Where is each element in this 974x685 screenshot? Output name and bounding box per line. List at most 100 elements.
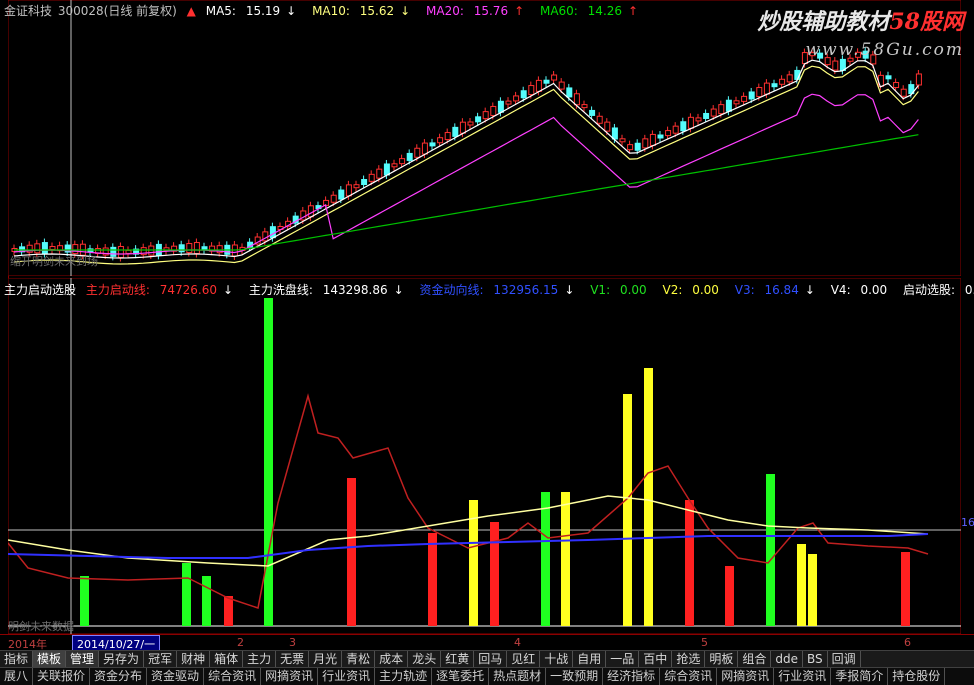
candle-body xyxy=(771,83,778,88)
function-item[interactable]: 综合资讯 xyxy=(660,668,718,685)
function-item[interactable]: 网摘资讯 xyxy=(717,668,775,685)
function-item[interactable]: 关联报价 xyxy=(33,668,91,685)
function-item[interactable]: 持仓股份 xyxy=(888,668,946,685)
candle-body xyxy=(459,121,466,134)
indicator-name: 主力启动选股 xyxy=(4,283,77,297)
date-month-label: 5 xyxy=(701,636,708,649)
candle-body xyxy=(756,87,763,98)
function-item[interactable]: 一致预期 xyxy=(546,668,604,685)
date-month-label: 2 xyxy=(237,636,244,649)
candle-body xyxy=(520,90,527,99)
tab-item[interactable]: 模板 xyxy=(33,651,67,668)
candle-body xyxy=(383,163,390,176)
candle-body xyxy=(429,142,436,147)
signal-bar xyxy=(685,500,694,626)
function-item[interactable]: 资金分布 xyxy=(90,668,148,685)
signal-bar xyxy=(797,544,806,626)
indicator-chart[interactable] xyxy=(8,278,961,634)
indicator-panel[interactable] xyxy=(8,278,961,634)
candle-body xyxy=(687,116,694,129)
tab-item[interactable]: 回调 xyxy=(828,651,861,668)
candle-body xyxy=(566,87,573,98)
ma60-label: MA60: xyxy=(539,4,578,18)
tab-item[interactable]: 箱体 xyxy=(210,651,244,668)
candle-body xyxy=(452,126,459,137)
candle-body xyxy=(551,74,558,81)
candle-body xyxy=(649,133,656,146)
tab-item[interactable]: 红黄 xyxy=(441,651,475,668)
tab-item[interactable]: 月光 xyxy=(309,651,343,668)
ma20-label: MA20: xyxy=(426,4,464,18)
candle-body xyxy=(596,115,603,124)
ma5-value: 15.19 xyxy=(245,4,281,18)
function-item[interactable]: 资金驱动 xyxy=(147,668,205,685)
function-item[interactable]: 季报简介 xyxy=(831,668,889,685)
tab-item[interactable]: 抢选 xyxy=(672,651,706,668)
candle-body xyxy=(733,100,740,105)
function-item[interactable]: 行业资讯 xyxy=(318,668,376,685)
candle-body xyxy=(125,249,132,254)
candle-body xyxy=(665,130,672,137)
tab-item[interactable]: BS xyxy=(803,651,828,668)
price-left-note: 缩开明剑未来到场 xyxy=(10,255,98,268)
stock-code: 300028(日线 前复权) xyxy=(57,4,177,18)
function-item[interactable]: 综合资讯 xyxy=(204,668,262,685)
signal-bar xyxy=(264,298,273,626)
candle-body xyxy=(642,138,649,149)
function-item[interactable]: 逐笔委托 xyxy=(432,668,490,685)
tab-item[interactable]: 一品 xyxy=(606,651,640,668)
line2-label: 主力洗盘线: xyxy=(248,283,313,297)
signal-bar xyxy=(623,394,632,626)
candle-body xyxy=(763,82,770,95)
watermark-logo: 炒股辅助教材58股网 www.58Gu.com xyxy=(757,4,964,60)
tab-item[interactable]: 明板 xyxy=(705,651,739,668)
v4-label: V4: xyxy=(830,283,851,297)
tab-item[interactable]: 龙头 xyxy=(408,651,442,668)
candle-body xyxy=(269,226,276,239)
tab-item[interactable]: 见红 xyxy=(507,651,541,668)
tab-item[interactable]: 管理 xyxy=(66,651,100,668)
function-item[interactable]: 热点题材 xyxy=(489,668,547,685)
date-month-label: 6 xyxy=(904,636,911,649)
v4-value: 0.00 xyxy=(860,283,888,297)
function-item[interactable]: 经济指标 xyxy=(603,668,661,685)
function-item[interactable]: 主力轨迹 xyxy=(375,668,433,685)
tab-item[interactable]: 主力 xyxy=(243,651,277,668)
function-item[interactable]: 网摘资讯 xyxy=(261,668,319,685)
signal-bar xyxy=(347,478,356,626)
signal-bar xyxy=(428,533,437,626)
candle-body xyxy=(619,138,626,143)
function-item[interactable]: 行业资讯 xyxy=(774,668,832,685)
tab-item[interactable]: 指标 xyxy=(0,651,34,668)
tab-item[interactable]: 百中 xyxy=(639,651,673,668)
candle-body xyxy=(528,85,535,96)
tab-item[interactable]: 组合 xyxy=(738,651,772,668)
tab-item[interactable]: 无票 xyxy=(276,651,310,668)
line1-arrow: ↓ xyxy=(222,283,234,297)
line3-value: 132956.15 xyxy=(493,283,559,297)
tab-item[interactable]: 回马 xyxy=(474,651,508,668)
candle-body xyxy=(657,134,664,139)
indicator-header: 主力启动选股 主力启动线: 74726.60 ↓ 主力洗盘线: 143298.86… xyxy=(4,281,974,298)
candle-body xyxy=(201,246,208,251)
up-arrow-icon: ▲ xyxy=(186,4,196,18)
price-header: 金证科技 300028(日线 前复权) ▲ MA5: 15.19 ↓ MA10: … xyxy=(4,2,650,19)
watermark-title-red: 58股网 xyxy=(889,9,964,35)
function-item[interactable]: 展八 xyxy=(0,668,34,685)
candle-body xyxy=(581,104,588,109)
tab-item[interactable]: 冠军 xyxy=(144,651,178,668)
tab-item[interactable]: 财神 xyxy=(177,651,211,668)
tab-item[interactable]: 青松 xyxy=(342,651,376,668)
candle-body xyxy=(703,112,710,119)
signal-bar xyxy=(901,552,910,626)
tab-item[interactable]: 自用 xyxy=(573,651,607,668)
tab-item[interactable]: dde xyxy=(771,651,803,668)
candle-body xyxy=(900,88,907,97)
signal-bar xyxy=(808,554,817,626)
tab-item[interactable]: 成本 xyxy=(375,651,409,668)
tab-item[interactable]: 另存为 xyxy=(99,651,145,668)
date-axis: 2014年 2014/10/27/一 2 3 4 5 6 xyxy=(0,634,974,652)
candle-body xyxy=(497,100,504,113)
tab-item[interactable]: 十战 xyxy=(540,651,574,668)
candle-body xyxy=(391,163,398,168)
